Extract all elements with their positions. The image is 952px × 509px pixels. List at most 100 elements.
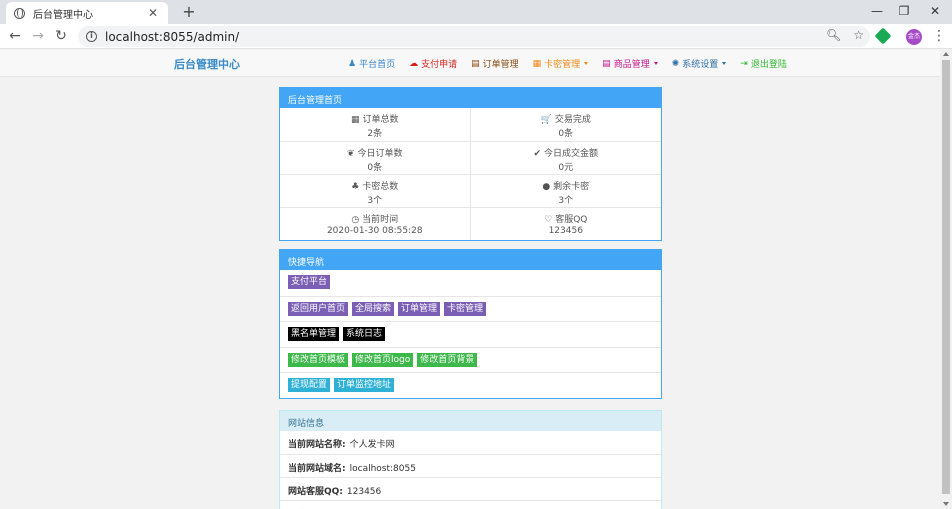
record-icon: ● [542, 182, 551, 192]
stat-label: ● 剩余卡密 [471, 179, 662, 192]
quick-nav-button[interactable]: 订单监控地址 [334, 378, 395, 392]
log-out-icon: ⇥ [740, 58, 748, 69]
scroll-up-arrow-icon[interactable] [943, 52, 949, 56]
nav-item-2[interactable]: ▤ 订单管理 [471, 57, 519, 71]
stat-label-text: 客服QQ [555, 215, 588, 225]
stat-value: 2条 [367, 129, 383, 139]
nav-item-4[interactable]: ▤ 商品管理 [602, 57, 658, 70]
scroll-thumb[interactable] [942, 60, 950, 494]
globe-icon [14, 7, 25, 19]
stat-cell: 🛒 交易完成 0条 [471, 108, 662, 141]
site-info-value: 个人发卡网 [349, 440, 395, 450]
stat-value: 3个 [558, 196, 574, 206]
nav-item-label: 卡密管理 [544, 60, 581, 70]
stat-cell: ♣ 卡密总数 3个 [280, 174, 471, 207]
quick-nav-button[interactable]: 订单管理 [398, 301, 441, 316]
scroll-down-arrow-icon[interactable] [943, 502, 949, 506]
quick-nav-button[interactable]: 黑名单管理 [288, 327, 340, 341]
site-info-value: 123456 [346, 487, 382, 497]
more-menu-icon[interactable]: ⋮ [932, 27, 946, 45]
stat-label-text: 今日成交金额 [544, 149, 599, 159]
back-arrow-icon[interactable]: ← [5, 27, 25, 47]
site-info-panel: 网站信息 当前网站名称: 个人发卡网 当前网站域名: localhost:8055 网站… [279, 410, 662, 509]
stat-cell: ❦ 今日订单数 0条 [280, 141, 471, 174]
stat-value: 123456 [548, 226, 583, 236]
quick-nav-row: 提现配置 订单监控地址 [280, 372, 661, 398]
nav-item-label: 平台首页 [359, 60, 396, 70]
stat-label-text: 交易完成 [554, 115, 591, 125]
nav-item-label: 退出登陆 [750, 60, 787, 70]
info-icon[interactable]: i [86, 31, 97, 42]
browser-tab[interactable]: 后台管理中心 ✕ [6, 2, 168, 24]
zoom-icon[interactable]: 🔍︎ [826, 28, 841, 42]
stat-label: ♣ 卡密总数 [280, 179, 470, 192]
overview-heading: 后台管理首页 [280, 88, 661, 108]
stat-label-text: 今日订单数 [357, 149, 403, 159]
profile-avatar[interactable]: 金杰 [906, 29, 922, 45]
nav-item-0[interactable]: ♟ 平台首页 [348, 57, 396, 71]
new-tab-button[interactable]: + [180, 2, 198, 22]
nav-item-3[interactable]: ▦ 卡密管理 [533, 57, 589, 70]
quick-nav-button[interactable]: 提现配置 [288, 378, 331, 392]
tab-close-icon[interactable]: ✕ [146, 6, 160, 20]
quick-nav-button[interactable]: 修改首页模板 [288, 352, 349, 367]
forward-arrow-icon[interactable]: → [28, 27, 48, 47]
site-info-label: 当前网站名称: [288, 440, 346, 450]
restore-button[interactable]: ❐ [887, 0, 921, 24]
top-navbar: 后台管理中心 ♟ 平台首页 ☁ 支付申请 ▤ 订单管理 ▦ 卡密管理 ▤ 商品管理 ✺ 系统设置 ⇥ 退出… [0, 50, 940, 77]
stat-value: 0条 [367, 163, 383, 173]
quick-nav-row: 黑名单管理 系统日志 [280, 321, 661, 347]
clock-icon: ◷ [351, 215, 360, 225]
quick-nav-button[interactable]: 修改首页logo [352, 352, 414, 367]
quick-nav-button[interactable]: 支付平台 [288, 275, 331, 289]
grid-icon: ▦ [350, 115, 360, 125]
site-info-heading: 网站信息 [280, 411, 661, 431]
stat-value: 2020-01-30 08:55:28 [326, 226, 423, 236]
quick-nav-button[interactable]: 系统日志 [343, 327, 386, 341]
site-info-row: 当前网站域名: localhost:8055 [280, 454, 661, 477]
tab-title: 后台管理中心 [33, 9, 93, 21]
site-info-body: 当前网站名称: 个人发卡网 当前网站域名: localhost:8055 网站客服QQ:… [280, 431, 661, 509]
reload-icon[interactable]: ↻ [51, 27, 71, 47]
site-info-value: localhost:8055 [349, 464, 416, 474]
vertical-scrollbar[interactable] [940, 50, 952, 509]
browser-toolbar: ← → ↻ i localhost:8055/admin/ 🔍︎ ☆ [0, 24, 952, 49]
nav-item-label: 订单管理 [482, 60, 519, 70]
stat-cell: ♡ 客服QQ 123456 [470, 207, 662, 240]
list-alt-icon: ▤ [602, 58, 611, 69]
cog-icon: ✺ [671, 58, 680, 69]
nav-item-1[interactable]: ☁ 支付申请 [409, 57, 458, 71]
page-content: 后台管理中心 ♟ 平台首页 ☁ 支付申请 ▤ 订单管理 ▦ 卡密管理 ▤ 商品管理 ✺ 系统设置 ⇥ 退出… [0, 50, 940, 509]
nav-item-label: 支付申请 [421, 60, 458, 70]
heart-icon: ♡ [544, 215, 553, 225]
quick-nav-button[interactable]: 卡密管理 [444, 301, 487, 316]
quick-nav-button[interactable]: 返回用户首页 [288, 301, 349, 316]
address-bar[interactable]: i localhost:8055/admin/ 🔍︎ ☆ [78, 26, 870, 47]
stat-cell: ● 剩余卡密 3个 [470, 174, 662, 207]
stat-value: 0条 [558, 129, 574, 139]
quick-nav-button[interactable]: 修改首页背景 [417, 352, 478, 367]
nav-item-6[interactable]: ⇥ 退出登陆 [740, 57, 787, 71]
quick-nav-button[interactable]: 全局搜索 [352, 301, 395, 316]
quick-nav-heading: 快捷导航 [280, 250, 661, 270]
cloud-icon: ☁ [409, 58, 419, 69]
stat-label-text: 订单总数 [362, 115, 399, 125]
user-icon: ♟ [348, 58, 357, 69]
close-window-button[interactable]: ✕ [918, 0, 952, 24]
brand-title[interactable]: 后台管理中心 [174, 56, 240, 72]
site-info-row: 当前网站名称: 个人发卡网 [280, 431, 661, 454]
stat-label: ♡ 客服QQ [471, 212, 662, 225]
browser-tab-strip: 后台管理中心 ✕ + — ❐ ✕ [0, 0, 952, 24]
check-icon: ✔ [533, 149, 542, 159]
site-info-label: 当前网站域名: [288, 464, 346, 474]
nav-item-label: 系统设置 [682, 60, 719, 70]
star-icon[interactable]: ☆ [853, 28, 864, 42]
quick-nav-panel: 快捷导航 支付平台返回用户首页 全局搜索 订单管理 卡密管理黑名单管理 系统日志修改首页… [279, 249, 662, 399]
stat-label: ✔ 今日成交金额 [471, 146, 662, 159]
stat-label-text: 卡密总数 [362, 182, 399, 192]
stat-cell: ✔ 今日成交金额 0元 [470, 141, 662, 174]
nav-item-5[interactable]: ✺ 系统设置 [672, 57, 727, 70]
stat-value: 3个 [367, 196, 383, 206]
url-text[interactable]: localhost:8055/admin/ [105, 30, 239, 44]
leaf-icon: ❦ [346, 149, 355, 159]
